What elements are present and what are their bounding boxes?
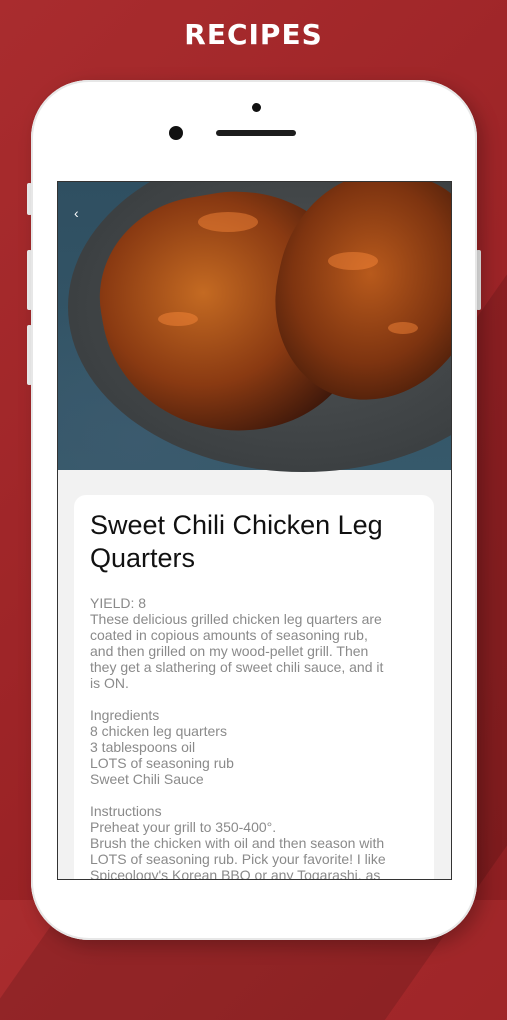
description-line: coated in copious amounts of seasoning r… xyxy=(90,627,368,643)
phone-screen: ‹ Sweet Chili Chicken Leg Quarters YIELD… xyxy=(57,181,452,880)
front-camera xyxy=(169,126,183,140)
chevron-left-icon[interactable]: ‹ xyxy=(74,206,88,220)
glaze-highlight xyxy=(158,312,198,326)
earpiece-speaker xyxy=(216,130,296,136)
description-line: These delicious grilled chicken leg quar… xyxy=(90,611,382,627)
recipe-title: Sweet Chili Chicken Leg Quarters xyxy=(90,510,383,573)
instructions-heading: Instructions xyxy=(90,803,162,819)
instruction-line: Preheat your grill to 350-400°. xyxy=(90,819,277,835)
recipe-yield: YIELD: 8 xyxy=(90,595,147,611)
description-line: is ON. xyxy=(90,675,129,691)
recipe-hero-image: ‹ xyxy=(58,182,451,472)
glaze-highlight xyxy=(388,322,418,334)
proximity-sensor xyxy=(252,103,261,112)
description-line: they get a slathering of sweet chili sau… xyxy=(90,659,384,675)
ingredient-item: Sweet Chili Sauce xyxy=(90,771,204,787)
description-line: and then grilled on my wood-pellet grill… xyxy=(90,643,369,659)
glaze-highlight xyxy=(198,212,258,232)
ingredients-heading: Ingredients xyxy=(90,707,160,723)
instruction-line: Brush the chicken with oil and then seas… xyxy=(90,835,385,851)
recipe-body: YIELD: 8 These delicious grilled chicken… xyxy=(90,595,425,880)
glaze-highlight xyxy=(328,252,378,270)
ingredient-item: 8 chicken leg quarters xyxy=(90,723,227,739)
recipe-card: Sweet Chili Chicken Leg Quarters YIELD: … xyxy=(74,495,434,880)
instruction-line: LOTS of seasoning rub. Pick your favorit… xyxy=(90,851,386,867)
ingredient-item: LOTS of seasoning rub xyxy=(90,755,234,771)
banner-title: RECIPES xyxy=(184,18,323,51)
instruction-line: Spiceology's Korean BBQ or any Togarashi… xyxy=(90,867,381,880)
ingredient-item: 3 tablespoons oil xyxy=(90,739,196,755)
